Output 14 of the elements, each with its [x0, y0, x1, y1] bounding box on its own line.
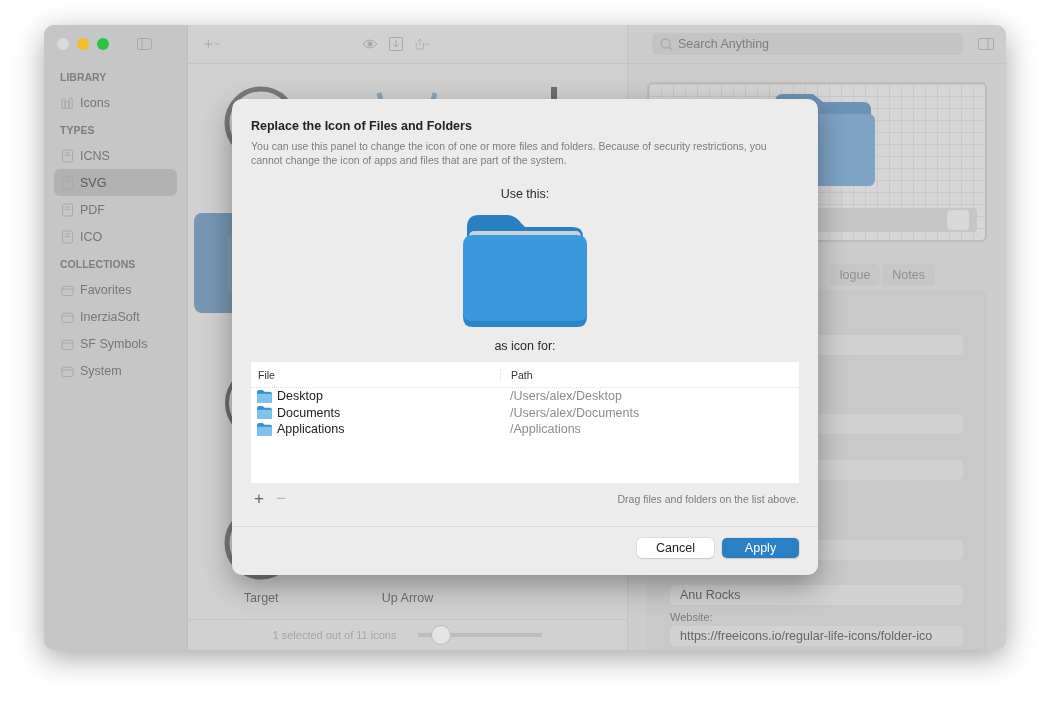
field-label: Website:	[670, 611, 714, 623]
icon-label: Up Arrow	[381, 591, 434, 605]
dialog-title: Replace the Icon of Files and Folders	[251, 119, 473, 133]
use-label: Use this:	[500, 187, 550, 201]
sidebar-section-title: LIBRARY	[59, 70, 108, 85]
sidebar-section-title: COLLECTIONS	[59, 257, 137, 272]
sidebar-section-title: TYPES	[59, 123, 96, 138]
file-path: /Users/alex/Documents	[509, 405, 641, 420]
hint-text: Drag files and folders on the list above.	[617, 493, 799, 505]
file-path: /Users/alex/Desktop	[509, 389, 623, 404]
file-path: /Applications	[509, 422, 582, 437]
target-label: as icon for:	[494, 339, 556, 353]
dialog-description: You can use this panel to change the icon of one or more files and folders. Because of security restrictions, you cannot change the icon of apps and files that are part of the system.	[251, 139, 768, 167]
icon-label: Target	[243, 591, 279, 605]
